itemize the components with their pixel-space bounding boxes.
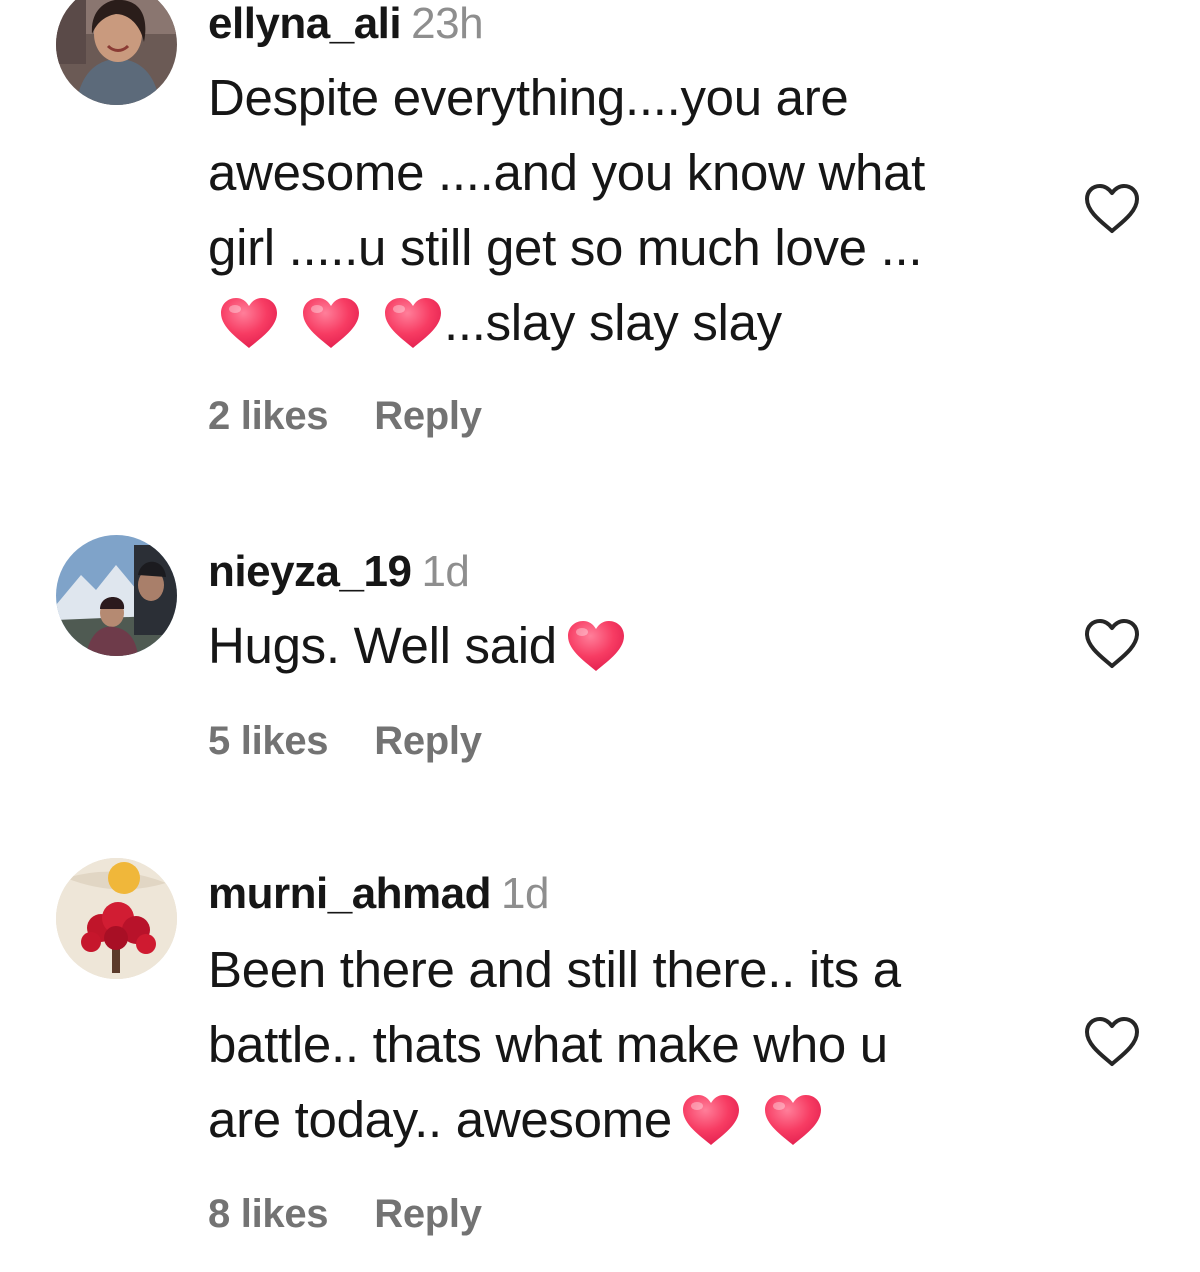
comment-text-content: Hugs. Well said xyxy=(208,617,557,674)
username[interactable]: murni_ahmad xyxy=(208,869,492,918)
red-heart-emoji-icon xyxy=(680,1093,742,1147)
comment-text-line: Despite everything....you are xyxy=(208,69,849,126)
profile-photo-icon xyxy=(56,535,177,656)
red-heart-emoji-icon xyxy=(300,296,362,350)
reply-button[interactable]: Reply xyxy=(374,394,482,438)
comment-text: Hugs. Well said xyxy=(208,608,1068,683)
username[interactable]: ellyna_ali xyxy=(208,0,402,48)
reply-button[interactable]: Reply xyxy=(374,1192,482,1236)
avatar[interactable] xyxy=(56,0,177,105)
heart-outline-icon[interactable] xyxy=(1082,617,1142,671)
red-heart-emoji-icon xyxy=(762,1093,824,1147)
comment-text: Despite everything....you are awesome ..… xyxy=(208,60,1068,360)
heart-outline-icon[interactable] xyxy=(1082,1015,1142,1069)
red-heart-emoji-icon xyxy=(382,296,444,350)
comment-text-line: ...slay slay slay xyxy=(208,285,1068,360)
comment-footer: 5 likes Reply xyxy=(208,719,482,764)
comment-footer: 2 likes Reply xyxy=(208,394,482,439)
like-count[interactable]: 5 likes xyxy=(208,719,329,763)
profile-photo-icon xyxy=(56,0,177,105)
comment-text-line: Hugs. Well said xyxy=(208,608,1068,683)
comment-text-line: awesome ....and you know what xyxy=(208,144,926,201)
like-count[interactable]: 8 likes xyxy=(208,1192,329,1236)
comment-header: murni_ahmad 1d xyxy=(208,870,549,918)
avatar[interactable] xyxy=(56,535,177,656)
timestamp[interactable]: 1d xyxy=(501,869,549,918)
like-count[interactable]: 2 likes xyxy=(208,394,329,438)
comment-footer: 8 likes Reply xyxy=(208,1192,482,1237)
comment-text-line: battle.. thats what make who u xyxy=(208,1016,888,1073)
reply-button[interactable]: Reply xyxy=(374,719,482,763)
timestamp[interactable]: 1d xyxy=(421,547,469,596)
profile-photo-icon xyxy=(56,858,177,979)
comment-header: ellyna_ali 23h xyxy=(208,0,484,48)
comment-text-line: are today.. awesome xyxy=(208,1082,1068,1157)
comment-text-line: girl .....u still get so much love ... xyxy=(208,219,923,276)
comment-text-line: Been there and still there.. its a xyxy=(208,941,901,998)
red-heart-emoji-icon xyxy=(218,296,280,350)
comment-text: Been there and still there.. its a battl… xyxy=(208,932,1068,1157)
timestamp[interactable]: 23h xyxy=(411,0,483,48)
avatar[interactable] xyxy=(56,858,177,979)
red-heart-emoji-icon xyxy=(565,619,627,673)
comment-text-prefix: are today.. awesome xyxy=(208,1091,672,1148)
heart-outline-icon[interactable] xyxy=(1082,182,1142,236)
comment-header: nieyza_19 1d xyxy=(208,547,470,596)
username[interactable]: nieyza_19 xyxy=(208,547,412,596)
comment-text-suffix: ...slay slay slay xyxy=(444,294,782,351)
